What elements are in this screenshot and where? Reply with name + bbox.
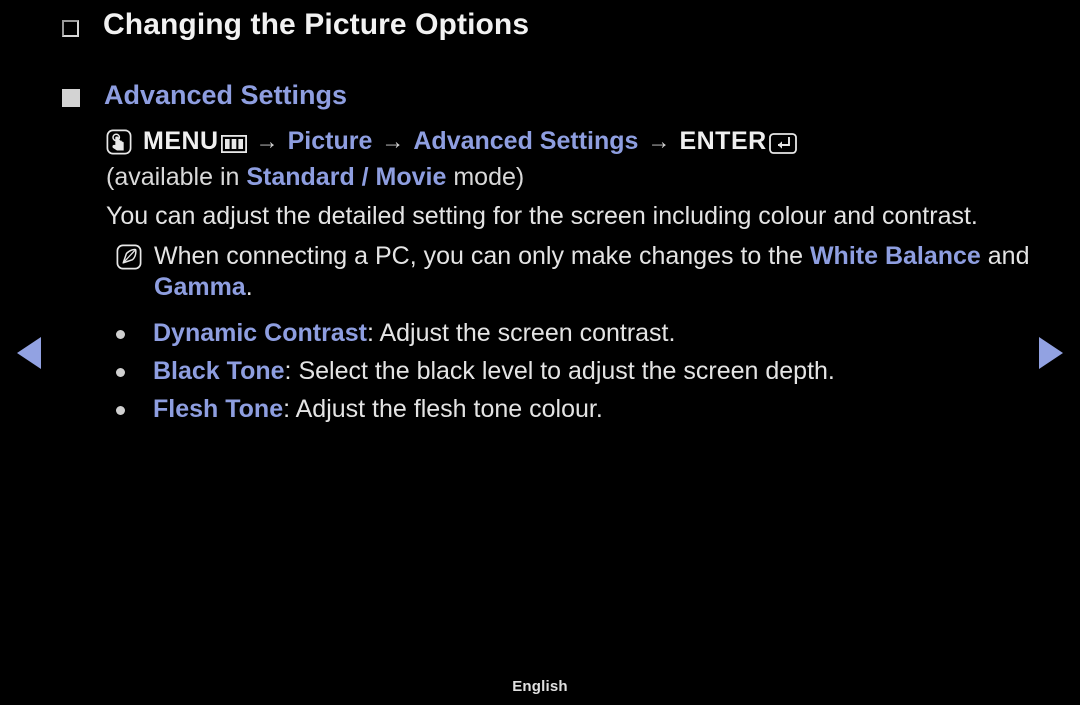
triangle-right-icon[interactable] (1039, 337, 1063, 369)
footer-language-label: English (512, 678, 568, 695)
path-arrow-1: → (255, 127, 279, 154)
menu-step-picture[interactable]: Picture (288, 128, 373, 154)
option-name: Black Tone (153, 357, 285, 385)
content-body: MENU → Picture → Advanced Settings → ENT… (106, 128, 1036, 428)
menu-button-label: MENU (143, 126, 219, 155)
options-list: Dynamic Contrast: Adjust the screen cont… (116, 314, 1036, 428)
note-emphasis-white-balance: White Balance (809, 241, 981, 270)
enter-button-label: ENTER (679, 126, 767, 155)
menu-grid-icon (220, 133, 247, 154)
list-item: Dynamic Contrast: Adjust the screen cont… (116, 314, 1036, 352)
option-text: Dynamic Contrast: Adjust the screen cont… (153, 314, 675, 352)
manual-page: Changing the Picture Options Advanced Se… (0, 0, 1080, 705)
note-emphasis-gamma: Gamma (154, 273, 246, 302)
enter-return-icon (768, 132, 797, 154)
availability-suffix: mode) (446, 163, 525, 191)
availability-modes: Standard / Movie (246, 163, 447, 191)
list-item: Flesh Tone: Adjust the flesh tone colour… (116, 390, 1036, 428)
hand-press-button-icon (106, 129, 132, 155)
note-row: When connecting a PC, you can only make … (116, 241, 1036, 305)
option-text: Black Tone: Select the black level to ad… (153, 352, 835, 390)
description-text: You can adjust the detailed setting for … (106, 201, 978, 230)
menu-step-advanced-settings[interactable]: Advanced Settings (413, 128, 638, 154)
bullet-dot-icon (116, 368, 125, 377)
availability-prefix: (available in (106, 163, 247, 191)
note-text-part3: . (245, 273, 253, 302)
path-arrow-3: → (647, 127, 671, 154)
bullet-dot-icon (116, 330, 125, 339)
option-description: Select the black level to adjust the scr… (298, 357, 835, 385)
page-title-row: Changing the Picture Options (62, 10, 529, 40)
option-description: Adjust the screen contrast. (379, 319, 676, 347)
note-text-part1: When connecting a PC, you can only make … (154, 241, 810, 270)
option-description: Adjust the flesh tone colour. (295, 395, 603, 423)
note-text: When connecting a PC, you can only make … (154, 241, 1036, 305)
option-separator: : (366, 319, 380, 347)
filled-square-icon (62, 88, 80, 107)
section-heading-row: Advanced Settings (62, 82, 347, 109)
bullet-dot-icon (116, 406, 125, 415)
option-name: Flesh Tone (153, 395, 284, 423)
outlined-square-icon (62, 19, 79, 37)
option-separator: : (283, 395, 296, 423)
list-item: Black Tone: Select the black level to ad… (116, 352, 1036, 390)
option-name: Dynamic Contrast (153, 319, 367, 347)
option-text: Flesh Tone: Adjust the flesh tone colour… (153, 390, 603, 428)
menu-path-breadcrumb: MENU → Picture → Advanced Settings → ENT… (106, 126, 1036, 155)
section-title: Advanced Settings (104, 80, 348, 110)
note-text-part2: and (980, 241, 1030, 270)
note-pen-icon (116, 244, 142, 270)
triangle-left-icon[interactable] (17, 337, 41, 369)
path-arrow-2: → (381, 127, 405, 154)
availability-line: (available in Standard / Movie mode) (106, 158, 1036, 197)
page-title: Changing the Picture Options (103, 8, 530, 41)
option-separator: : (284, 357, 299, 385)
